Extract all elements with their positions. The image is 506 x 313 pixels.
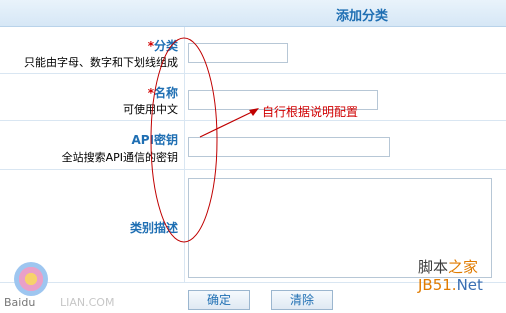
api-key-input[interactable] xyxy=(188,137,390,157)
form-row-category: *分类 只能由字母、数字和下划线组成 xyxy=(0,27,506,74)
clear-button[interactable]: 清除 xyxy=(271,290,333,310)
label-cell: API密钥 全站搜索API通信的密钥 xyxy=(0,121,185,169)
api-key-label: API密钥 xyxy=(131,133,178,147)
category-hint: 只能由字母、数字和下划线组成 xyxy=(24,56,178,69)
category-input[interactable] xyxy=(188,43,288,63)
api-key-hint: 全站搜索API通信的密钥 xyxy=(61,151,178,164)
label-cell: *分类 只能由字母、数字和下划线组成 xyxy=(0,27,185,73)
watermark-logo xyxy=(14,262,48,296)
watermark-site-name: 脚本之家 xyxy=(418,258,479,276)
name-hint: 可使用中文 xyxy=(123,103,178,116)
annotation-text: 自行根据说明配置 xyxy=(262,105,359,119)
form-row-name: *名称 可使用中文 xyxy=(0,74,506,121)
form-row-api-key: API密钥 全站搜索API通信的密钥 xyxy=(0,121,506,170)
watermark-left-domain: LIAN.COM xyxy=(60,296,115,309)
description-label: 类别描述 xyxy=(129,221,178,235)
page-title: 添加分类 xyxy=(336,9,389,24)
watermark-domain: JB51.Net xyxy=(418,276,483,294)
confirm-button[interactable]: 确定 xyxy=(188,290,250,310)
watermark-left: Baidu xyxy=(4,296,36,309)
label-cell: *名称 可使用中文 xyxy=(0,74,185,120)
header-bar: 添加分类 xyxy=(0,0,506,27)
category-label: *分类 xyxy=(147,39,178,53)
name-label: *名称 xyxy=(147,86,178,100)
